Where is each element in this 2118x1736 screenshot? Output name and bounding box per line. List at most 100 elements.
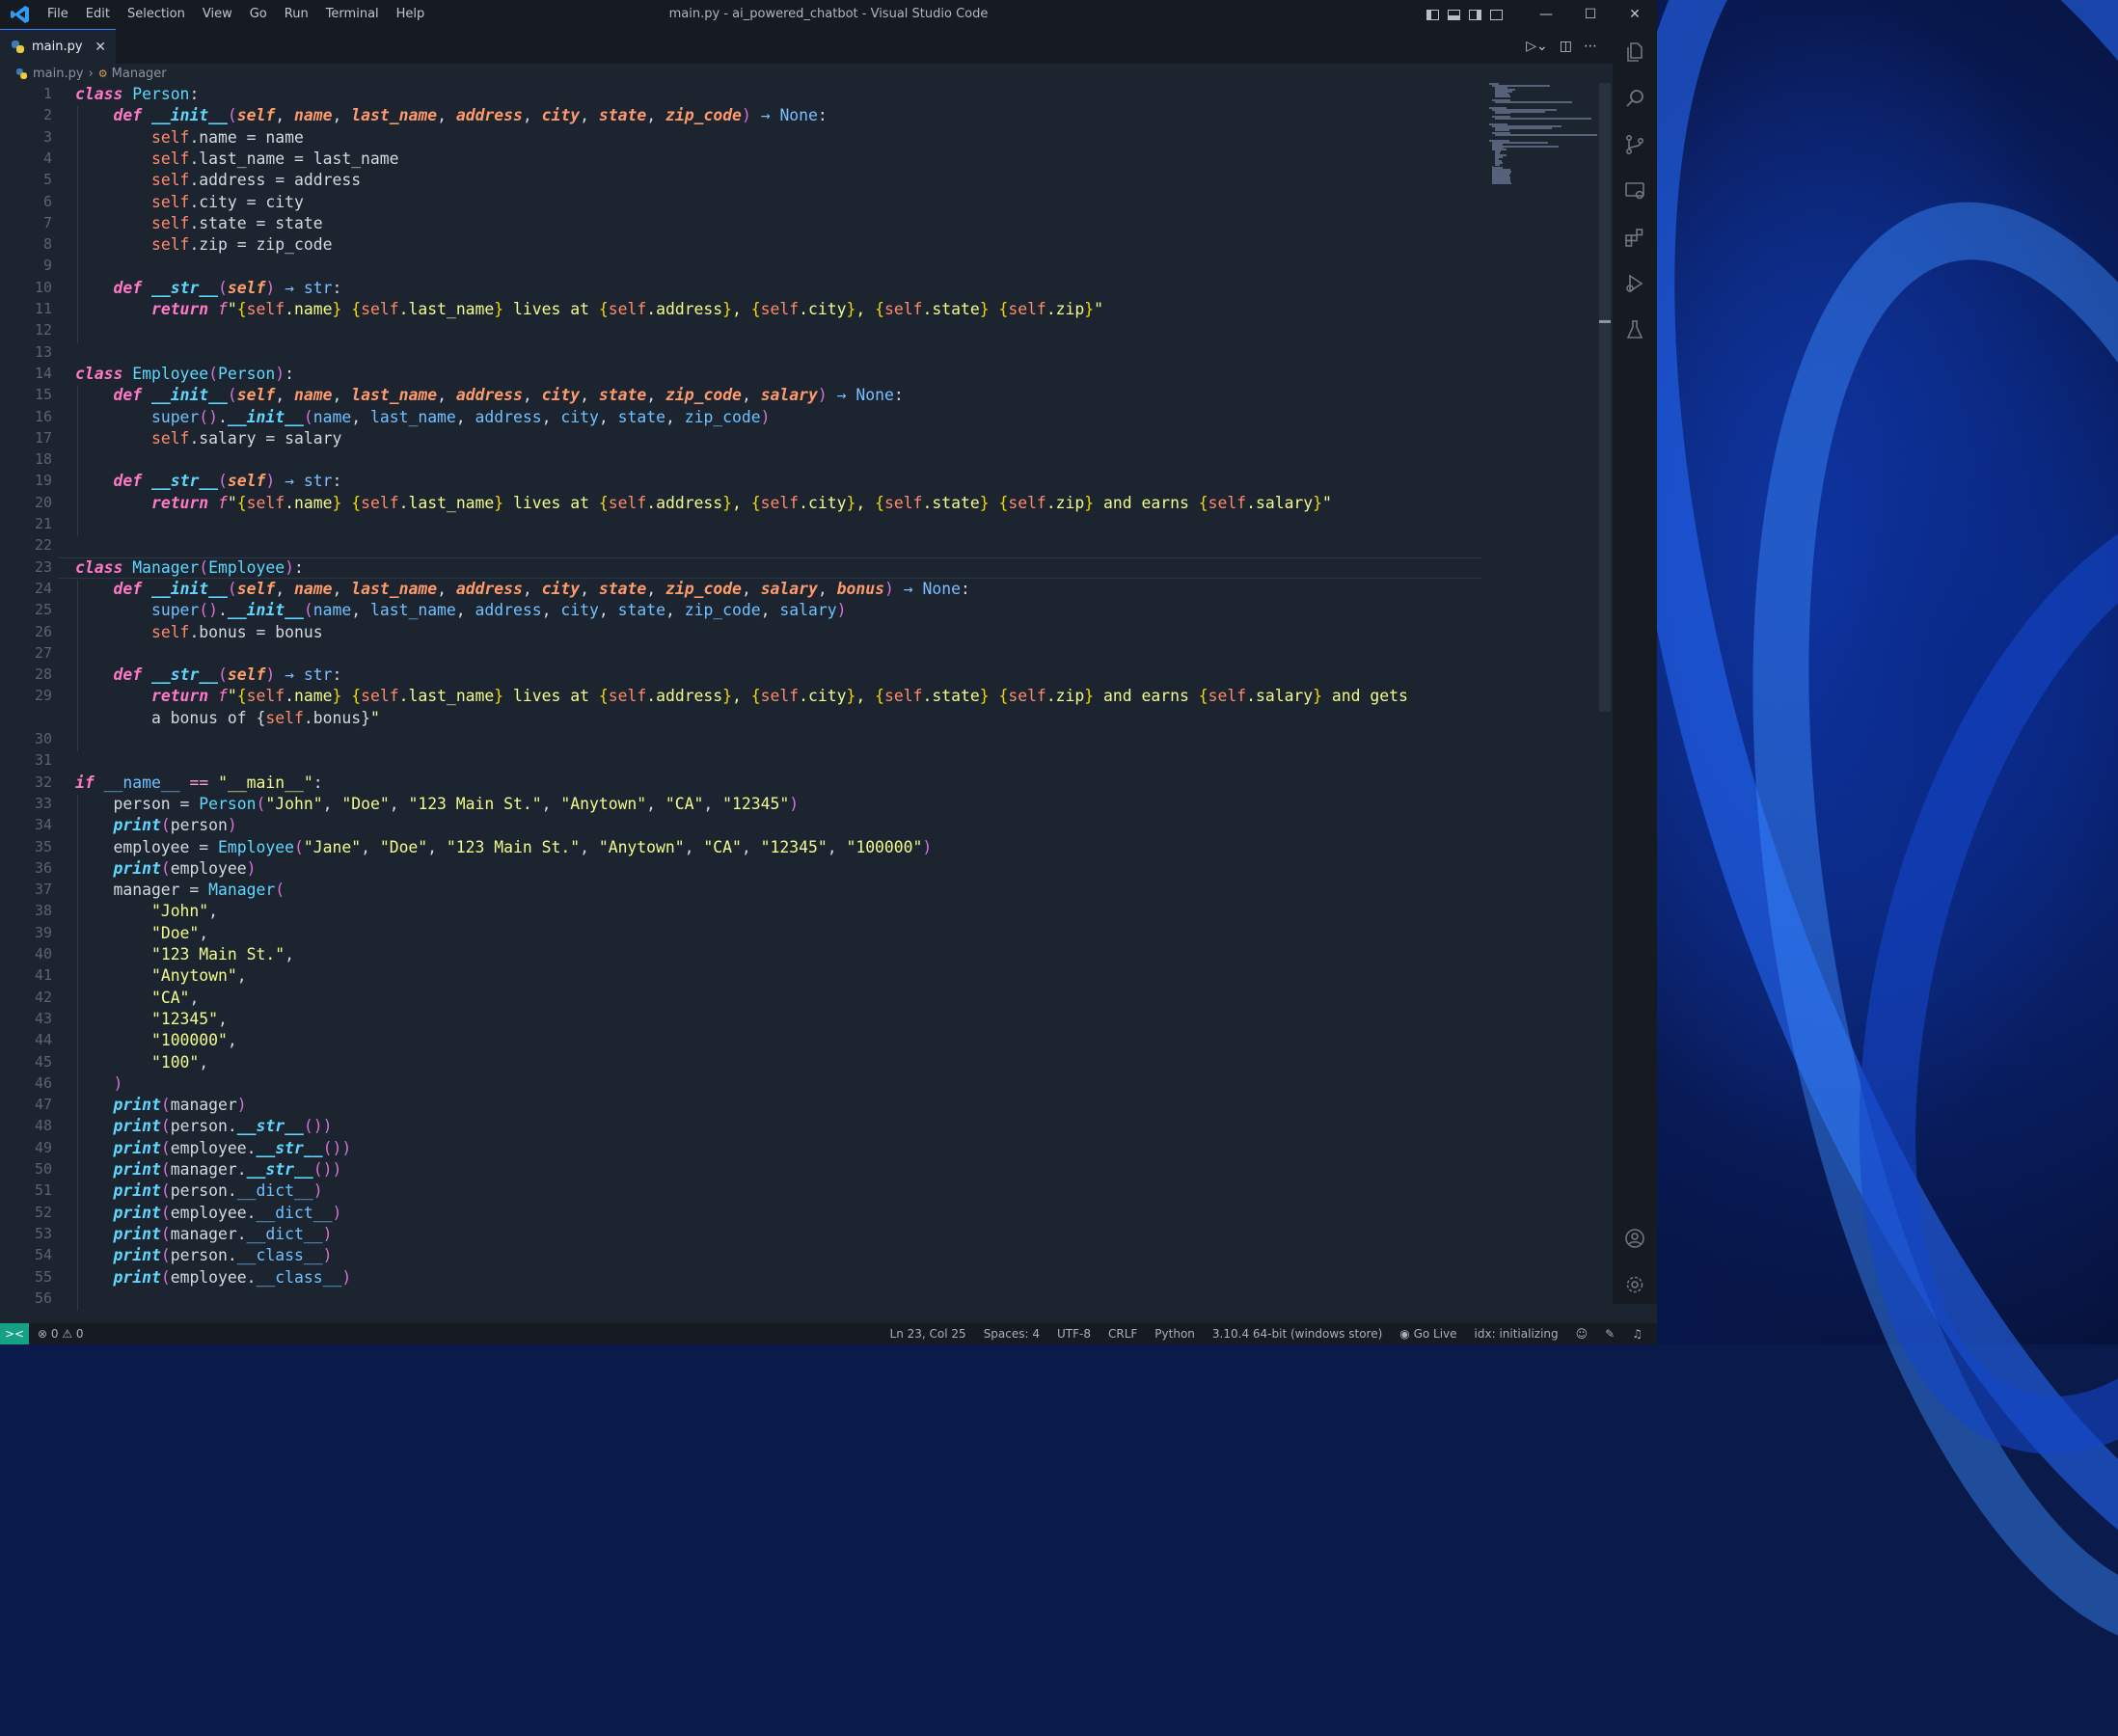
code-line[interactable]: print(employee.__dict__) bbox=[75, 1204, 341, 1222]
code-line[interactable]: def __init__(self, name, last_name, addr… bbox=[75, 580, 969, 598]
vscode-logo-icon bbox=[10, 4, 31, 25]
run-and-debug-icon[interactable] bbox=[1623, 272, 1646, 295]
breadcrumb-symbol[interactable]: Manager bbox=[112, 67, 167, 81]
code-line[interactable]: return f"{self.name} {self.last_name} li… bbox=[75, 494, 1332, 512]
minimize-button[interactable]: — bbox=[1524, 0, 1568, 29]
customize-layout-icon[interactable] bbox=[1485, 0, 1507, 29]
code-line[interactable]: print(person.__str__()) bbox=[75, 1117, 332, 1135]
code-line[interactable]: print(person.__class__) bbox=[75, 1246, 332, 1264]
remote-indicator[interactable]: >< bbox=[0, 1323, 29, 1344]
code-line[interactable]: def __init__(self, name, last_name, addr… bbox=[75, 386, 903, 404]
minimap-line bbox=[1495, 95, 1510, 98]
code-line[interactable]: def __str__(self) → str: bbox=[75, 279, 341, 297]
code-line[interactable]: "John", bbox=[75, 902, 218, 920]
code-line[interactable]: self.salary = salary bbox=[75, 429, 341, 448]
toggle-secondary-sidebar-icon[interactable] bbox=[1464, 0, 1485, 29]
menu-run[interactable]: Run bbox=[276, 0, 317, 29]
testing-icon[interactable] bbox=[1623, 318, 1646, 341]
code-line[interactable]: self.state = state bbox=[75, 214, 323, 232]
code-line[interactable]: "12345", bbox=[75, 1010, 228, 1028]
code-line[interactable]: self.address = address bbox=[75, 171, 361, 189]
code-line[interactable]: class Employee(Person): bbox=[75, 365, 294, 383]
editor-scrollbar[interactable] bbox=[1599, 83, 1611, 712]
tab-main-py[interactable]: main.py ✕ bbox=[0, 29, 116, 64]
settings-gear-icon[interactable] bbox=[1623, 1273, 1646, 1296]
breadcrumb-file[interactable]: main.py bbox=[33, 67, 84, 81]
idx-status[interactable]: idx: initializing bbox=[1466, 1327, 1567, 1341]
menu-help[interactable]: Help bbox=[388, 0, 434, 29]
code-line[interactable]: super().__init__(name, last_name, addres… bbox=[75, 408, 771, 426]
code-line[interactable]: "123 Main St.", bbox=[75, 945, 294, 963]
problems-indicator[interactable]: ⊗ 0 ⚠ 0 bbox=[29, 1327, 93, 1341]
code-line[interactable]: def __init__(self, name, last_name, addr… bbox=[75, 106, 827, 124]
line-number: 21 bbox=[34, 515, 52, 532]
code-line[interactable]: if __name__ == "__main__": bbox=[75, 773, 323, 792]
code-line[interactable]: def __str__(self) → str: bbox=[75, 472, 341, 490]
notifications-bell-icon[interactable]: ♫ bbox=[1623, 1327, 1651, 1341]
more-actions-icon[interactable]: ⋯ bbox=[1584, 39, 1597, 54]
run-python-file-icon[interactable]: ▷⌄ bbox=[1526, 39, 1548, 54]
code-line[interactable]: manager = Manager( bbox=[75, 881, 285, 899]
language-mode[interactable]: Python bbox=[1146, 1327, 1204, 1341]
maximize-button[interactable]: ☐ bbox=[1568, 0, 1613, 29]
remote-explorer-icon[interactable] bbox=[1623, 179, 1646, 203]
code-line[interactable]: def __str__(self) → str: bbox=[75, 665, 341, 684]
accounts-icon[interactable] bbox=[1623, 1227, 1646, 1250]
code-line[interactable]: print(employee.__class__) bbox=[75, 1268, 351, 1287]
code-line[interactable]: self.bonus = bonus bbox=[75, 623, 323, 641]
menu-file[interactable]: File bbox=[39, 0, 77, 29]
cursor-position[interactable]: Ln 23, Col 25 bbox=[882, 1327, 975, 1341]
indentation[interactable]: Spaces: 4 bbox=[975, 1327, 1048, 1341]
minimap[interactable] bbox=[1489, 83, 1597, 199]
code-line[interactable]: print(employee.__str__()) bbox=[75, 1139, 351, 1157]
copilot-icon[interactable]: ☺ bbox=[1567, 1327, 1597, 1341]
line-number: 41 bbox=[34, 966, 52, 985]
line-number: 30 bbox=[34, 730, 52, 747]
extensions-icon[interactable] bbox=[1623, 226, 1646, 249]
code-line[interactable]: print(manager) bbox=[75, 1096, 246, 1114]
code-editor[interactable]: 1 class Person: 2 def __init__(self, name,… bbox=[0, 83, 1485, 1312]
line-number: 11 bbox=[34, 300, 52, 317]
search-icon[interactable] bbox=[1623, 87, 1646, 110]
code-line[interactable]: super().__init__(name, last_name, addres… bbox=[75, 601, 847, 619]
split-editor-icon[interactable]: ◫ bbox=[1560, 39, 1572, 54]
menu-go[interactable]: Go bbox=[241, 0, 276, 29]
code-line[interactable]: print(person) bbox=[75, 816, 236, 834]
code-line[interactable]: self.last_name = last_name bbox=[75, 149, 399, 168]
feedback-icon[interactable]: ✎ bbox=[1596, 1327, 1623, 1341]
code-line[interactable]: print(manager.__dict__) bbox=[75, 1225, 332, 1243]
toggle-panel-icon[interactable] bbox=[1443, 0, 1464, 29]
menu-selection[interactable]: Selection bbox=[119, 0, 194, 29]
code-line[interactable]: return f"{self.name} {self.last_name} li… bbox=[75, 687, 1408, 705]
code-line[interactable]: print(person.__dict__) bbox=[75, 1181, 322, 1200]
code-line[interactable]: person = Person("John", "Doe", "123 Main… bbox=[75, 795, 799, 813]
code-line[interactable]: "100000", bbox=[75, 1031, 237, 1049]
explorer-icon[interactable] bbox=[1623, 41, 1646, 64]
code-line[interactable]: print(employee) bbox=[75, 859, 256, 878]
encoding[interactable]: UTF-8 bbox=[1048, 1327, 1100, 1341]
close-tab-icon[interactable]: ✕ bbox=[95, 40, 106, 55]
menu-edit[interactable]: Edit bbox=[77, 0, 119, 29]
code-line[interactable]: "CA", bbox=[75, 989, 199, 1007]
code-line[interactable]: return f"{self.name} {self.last_name} li… bbox=[75, 300, 1103, 318]
end-of-line[interactable]: CRLF bbox=[1100, 1327, 1146, 1341]
code-line[interactable]: "Doe", bbox=[75, 924, 208, 942]
code-line[interactable]: "100", bbox=[75, 1053, 208, 1071]
go-live-button[interactable]: ◉ Go Live bbox=[1391, 1327, 1465, 1341]
code-line[interactable]: employee = Employee("Jane", "Doe", "123 … bbox=[75, 838, 932, 856]
code-line-wrapped[interactable]: a bonus of {self.bonus}" bbox=[75, 709, 380, 727]
code-line[interactable]: self.name = name bbox=[75, 128, 304, 147]
code-line[interactable]: self.city = city bbox=[75, 193, 304, 211]
code-line[interactable]: class Person: bbox=[75, 85, 199, 103]
code-line[interactable]: ) bbox=[75, 1074, 122, 1093]
python-interpreter[interactable]: 3.10.4 64-bit (windows store) bbox=[1204, 1327, 1391, 1341]
toggle-primary-sidebar-icon[interactable] bbox=[1422, 0, 1443, 29]
close-window-button[interactable]: ✕ bbox=[1613, 0, 1657, 29]
code-line[interactable]: print(manager.__str__()) bbox=[75, 1160, 341, 1179]
code-line[interactable]: self.zip = zip_code bbox=[75, 235, 333, 254]
source-control-icon[interactable] bbox=[1623, 133, 1646, 156]
menu-terminal[interactable]: Terminal bbox=[317, 0, 388, 29]
code-line[interactable]: class Manager(Employee): bbox=[75, 558, 304, 577]
code-line[interactable]: "Anytown", bbox=[75, 966, 247, 985]
menu-view[interactable]: View bbox=[194, 0, 241, 29]
